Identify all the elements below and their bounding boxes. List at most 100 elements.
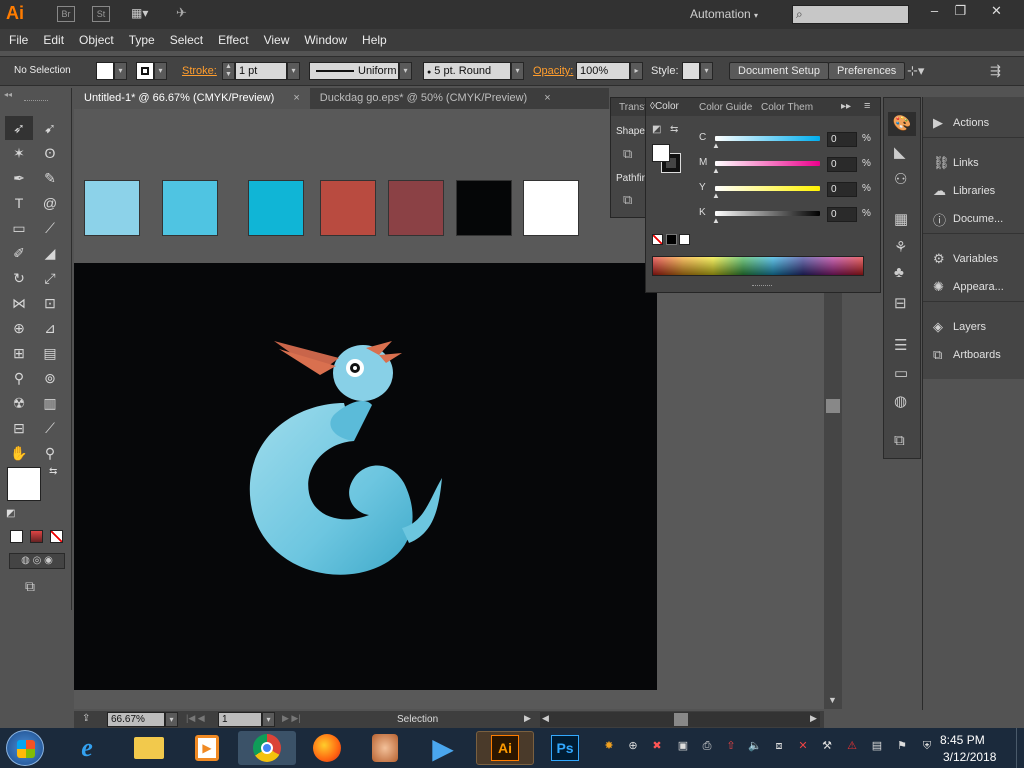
zoom-field[interactable]: 66.67%	[107, 712, 165, 727]
column-graph-tool-icon[interactable]: ▥	[36, 391, 64, 415]
show-desktop-button[interactable]	[1016, 728, 1024, 768]
swap-colors-icon[interactable]: ⇆	[49, 466, 57, 477]
zoom-tool-icon[interactable]: ⚲	[36, 441, 64, 465]
menu-type[interactable]: Type	[129, 29, 155, 51]
file-explorer-icon[interactable]	[120, 731, 178, 765]
palette-swatch[interactable]	[523, 180, 579, 236]
menu-help[interactable]: Help	[362, 29, 387, 51]
channel-value-field[interactable]: 0	[827, 132, 857, 147]
stroke-dropdown[interactable]: ▾	[154, 62, 167, 80]
graphic-styles-icon[interactable]: ⊟	[894, 294, 907, 312]
scroll-down-arrow-icon[interactable]: ▼	[828, 695, 837, 705]
horizontal-scroll-thumb[interactable]	[674, 713, 688, 726]
artboard[interactable]	[74, 263, 657, 690]
color-mode-icon[interactable]	[10, 530, 23, 543]
slider-handle-icon[interactable]: ▲	[712, 216, 720, 225]
shape-builder-tool-icon[interactable]: ⊕	[5, 316, 33, 340]
blob-brush-tool-icon[interactable]: ✐	[5, 241, 33, 265]
none-mode-icon[interactable]	[50, 530, 63, 543]
none-color-swatch[interactable]	[652, 234, 663, 245]
screen-mode-icon[interactable]: ⧉	[25, 578, 35, 595]
start-button[interactable]	[6, 730, 44, 766]
artboard-dropdown[interactable]: ▾	[262, 712, 275, 727]
color-guide-tab[interactable]: Color Guide	[699, 102, 752, 113]
bridge-icon[interactable]: Br	[57, 6, 75, 22]
internet-explorer-icon[interactable]: e	[58, 731, 116, 765]
tray-volume-icon[interactable]: 🔈	[748, 739, 762, 753]
variable-width-profile[interactable]: Uniform	[309, 62, 399, 80]
curvature-tool-icon[interactable]: ✎	[36, 166, 64, 190]
palette-swatch[interactable]	[248, 180, 304, 236]
symbols-icon[interactable]: ♣	[894, 264, 904, 281]
brushes-icon[interactable]: ⚘	[894, 238, 907, 256]
brush-definition[interactable]: ● 5 pt. Round	[423, 62, 511, 80]
tray-volume-muted-icon[interactable]: ✕	[796, 739, 810, 753]
stroke-stepper[interactable]: ▲ ▼	[222, 62, 235, 80]
media-player-icon[interactable]: ▶	[178, 731, 236, 765]
direct-selection-tool-icon[interactable]: ➹	[36, 116, 64, 140]
channel-value-field[interactable]: 0	[827, 182, 857, 197]
last-artboard-icon[interactable]: ▶ ▶|	[282, 713, 301, 724]
color-panel-icon[interactable]: 🎨	[888, 112, 916, 136]
tray-upload-icon[interactable]: ⇧	[724, 739, 738, 753]
channel-slider[interactable]	[715, 161, 820, 166]
vertical-scroll-thumb[interactable]	[826, 399, 840, 413]
stroke-weight-field[interactable]: 1 pt	[235, 62, 287, 80]
clock-date[interactable]: 3/12/2018	[943, 750, 996, 764]
tray-app2-icon[interactable]: ▤	[870, 739, 884, 753]
share-icon[interactable]: ⇪	[82, 713, 90, 724]
collapse-tools-icon[interactable]: ◂◂	[4, 90, 12, 99]
photoshop-taskbar-icon[interactable]: Ps	[536, 731, 594, 765]
tray-security-icon[interactable]: ✖	[650, 739, 664, 753]
tab-close-icon[interactable]: ×	[544, 92, 550, 104]
opacity-field[interactable]: 100%	[576, 62, 630, 80]
profile-dropdown[interactable]: ▾	[399, 62, 412, 80]
perspective-grid-tool-icon[interactable]: ⊿	[36, 316, 64, 340]
default-colors-icon[interactable]: ◩	[6, 508, 15, 519]
slice-tool-icon[interactable]: ⟋	[36, 416, 64, 440]
play-app-icon[interactable]: ▶	[414, 731, 472, 765]
dock-item-document-info[interactable]: ⓘ Docume...	[923, 205, 1024, 233]
tray-monitor-icon[interactable]: ⧈	[772, 739, 786, 753]
black-color-swatch[interactable]	[666, 234, 677, 245]
tray-acrobat-icon[interactable]: ⚠	[845, 739, 859, 753]
type-tool-icon[interactable]: T	[5, 191, 33, 215]
spiral-tool-icon[interactable]: @	[36, 191, 64, 215]
workspace-switcher[interactable]: Automation ▾	[690, 7, 758, 21]
eraser-tool-icon[interactable]: ◢	[36, 241, 64, 265]
selection-tool-icon[interactable]: ➶	[5, 116, 33, 140]
menu-file[interactable]: File	[9, 29, 28, 51]
tools-grip[interactable]	[24, 100, 48, 103]
stock-icon[interactable]: St	[92, 6, 110, 22]
stroke-label[interactable]: Stroke:	[182, 65, 217, 77]
stroke-swatch[interactable]	[136, 62, 154, 80]
slider-handle-icon[interactable]: ▲	[712, 191, 720, 200]
tab-untitled-1[interactable]: Untitled-1* @ 66.67% (CMYK/Preview) ×	[74, 88, 310, 109]
pen-tool-icon[interactable]: ✒	[5, 166, 33, 190]
color-panel-menu-icon[interactable]: ≡	[864, 100, 870, 112]
paintbrush-tool-icon[interactable]: ⟋	[36, 216, 64, 240]
channel-slider[interactable]	[715, 186, 820, 191]
status-menu-arrow-icon[interactable]: ▶	[524, 713, 531, 724]
stroke-panel-icon[interactable]: ☰	[894, 336, 907, 354]
stroke-weight-dropdown[interactable]: ▾	[287, 62, 300, 80]
fill-color-box[interactable]	[7, 467, 41, 501]
width-tool-icon[interactable]: ⋈	[5, 291, 33, 315]
search-input[interactable]: ⌕	[792, 5, 909, 24]
tray-device-icon[interactable]: ⎙	[700, 739, 714, 753]
mesh-tool-icon[interactable]: ⊞	[5, 341, 33, 365]
chrome-icon[interactable]	[238, 731, 296, 765]
color-guide-icon[interactable]: ◣	[894, 143, 906, 161]
opacity-dropdown[interactable]: ▸	[630, 62, 643, 80]
isolate-icon[interactable]: ⊹▾	[907, 63, 924, 79]
drawing-modes-icon[interactable]: ◍ ◎ ◉	[9, 553, 65, 569]
dock-item-artboards[interactable]: ⧉ Artboards	[923, 341, 1024, 369]
channel-slider[interactable]	[715, 136, 820, 141]
menu-window[interactable]: Window	[304, 29, 347, 51]
symbol-sprayer-tool-icon[interactable]: ☢	[5, 391, 33, 415]
menu-view[interactable]: View	[264, 29, 290, 51]
scale-tool-icon[interactable]: ⤢	[36, 266, 64, 290]
white-color-swatch[interactable]	[679, 234, 690, 245]
preferences-button[interactable]: Preferences	[828, 62, 906, 80]
tab-duckdag[interactable]: Duckdag go.eps* @ 50% (CMYK/Preview) ×	[310, 88, 561, 109]
